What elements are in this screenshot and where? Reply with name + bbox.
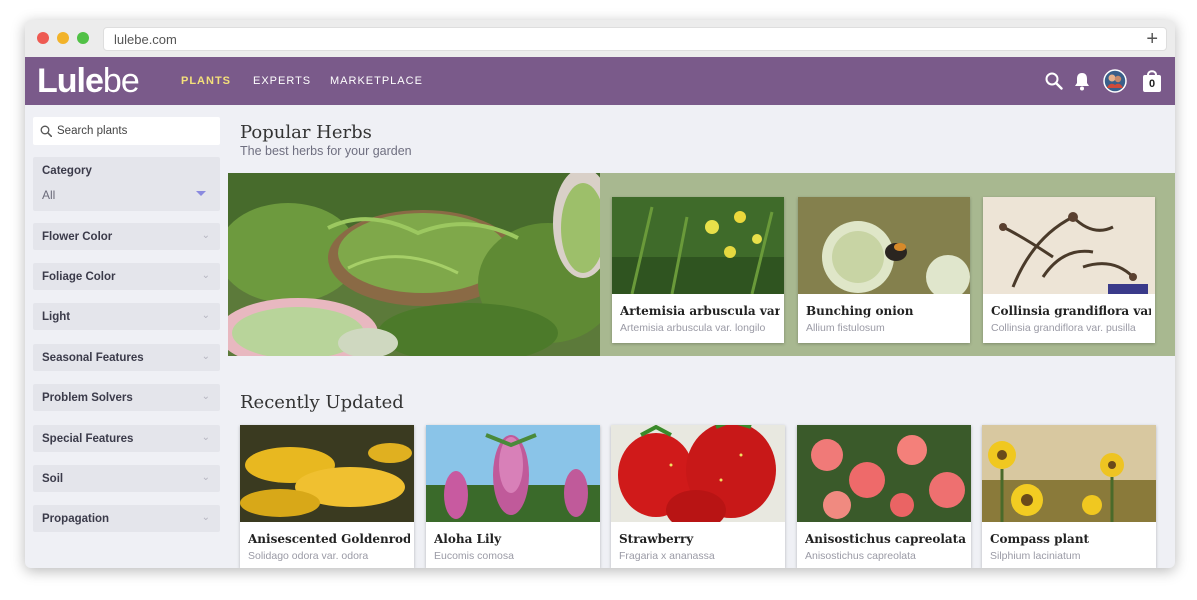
recently-updated-title: Recently Updated: [240, 392, 404, 413]
chevron-down-icon: ⌄: [201, 472, 210, 483]
category-select[interactable]: Category All: [33, 157, 220, 211]
herb-card[interactable]: Collinsia grandiflora var. Collinsia gra…: [983, 197, 1155, 343]
sidebar: Search plants Category All Flower Color ⌄…: [25, 105, 230, 568]
plant-card-title: Anisostichus capreolata: [805, 532, 966, 546]
herb-card-scientific-name: Artemisia arbuscula var. longilo: [620, 322, 766, 334]
nav-marketplace[interactable]: MARKETPLACE: [330, 75, 423, 87]
filter-seasonal-features[interactable]: Seasonal Features ⌄: [33, 344, 220, 371]
nav-experts[interactable]: EXPERTS: [253, 75, 311, 87]
herb-card-title: Collinsia grandiflora var.: [991, 304, 1151, 318]
filter-special-features[interactable]: Special Features ⌄: [33, 425, 220, 452]
chevron-down-icon: ⌄: [201, 310, 210, 321]
filter-light[interactable]: Light ⌄: [33, 303, 220, 330]
plant-card-scientific-name: Silphium laciniatum: [990, 550, 1081, 562]
herb-card-scientific-name: Allium fistulosum: [806, 322, 885, 334]
filter-label: Foliage Color: [42, 271, 116, 283]
plant-card[interactable]: Aloha Lily Eucomis comosa: [426, 425, 600, 568]
plant-card-scientific-name: Solidago odora var. odora: [248, 550, 369, 562]
plant-card-image: [982, 425, 1156, 522]
search-placeholder: Search plants: [57, 125, 128, 137]
filter-label: Soil: [42, 473, 64, 485]
plant-card-scientific-name: Fragaria x ananassa: [619, 550, 715, 562]
filter-soil[interactable]: Soil ⌄: [33, 465, 220, 492]
plant-card-image: [426, 425, 600, 522]
herb-card-title: Artemisia arbuscula var. l: [620, 304, 780, 318]
address-bar[interactable]: lulebe.com +: [103, 27, 1167, 51]
search-icon: [40, 125, 52, 137]
main-content: Popular Herbs The best herbs for your ga…: [228, 105, 1175, 568]
cart-count: 0: [1149, 78, 1156, 90]
popular-herbs-subtitle: The best herbs for your garden: [240, 144, 412, 158]
filter-problem-solvers[interactable]: Problem Solvers ⌄: [33, 384, 220, 411]
herb-card[interactable]: Artemisia arbuscula var. l Artemisia arb…: [612, 197, 784, 343]
maximize-window-button[interactable]: [77, 32, 89, 44]
filter-label: Seasonal Features: [42, 352, 144, 364]
herb-card-image: [983, 197, 1155, 294]
chevron-down-icon: ⌄: [201, 391, 210, 402]
plant-card-image: [611, 425, 785, 522]
chevron-down-icon: ⌄: [201, 351, 210, 362]
herb-card-scientific-name: Collinsia grandiflora var. pusilla: [991, 322, 1136, 334]
filter-label: Problem Solvers: [42, 392, 133, 404]
filter-label: Flower Color: [42, 231, 113, 243]
plant-card[interactable]: Strawberry Fragaria x ananassa: [611, 425, 785, 568]
plant-card-image: [240, 425, 414, 522]
user-avatar[interactable]: [1103, 69, 1127, 93]
filter-flower-color[interactable]: Flower Color ⌄: [33, 223, 220, 250]
plant-card-title: Anisescented Goldenrod: [248, 532, 410, 546]
chevron-down-icon: ⌄: [201, 270, 210, 281]
plant-card-scientific-name: Anisostichus capreolata: [805, 550, 916, 562]
browser-chrome: lulebe.com +: [25, 20, 1175, 57]
chevron-down-icon: ⌄: [201, 230, 210, 241]
plant-card[interactable]: Compass plant Silphium laciniatum: [982, 425, 1156, 568]
new-tab-button[interactable]: +: [1146, 28, 1158, 50]
herb-card-image: [612, 197, 784, 294]
logo-bold-text: Lule: [37, 62, 104, 100]
chevron-down-icon: ⌄: [201, 512, 210, 523]
herb-baskets-photo: [228, 173, 600, 356]
filter-label: Special Features: [42, 433, 134, 445]
plant-card-title: Compass plant: [990, 532, 1090, 546]
plant-card-scientific-name: Eucomis comosa: [434, 550, 514, 562]
herb-card-title: Bunching onion: [806, 304, 914, 318]
plant-card[interactable]: Anisescented Goldenrod Solidago odora va…: [240, 425, 414, 568]
logo-thin-text: be: [102, 62, 140, 100]
filter-label: Light: [42, 311, 71, 323]
filter-label: Propagation: [42, 513, 110, 525]
plant-card-title: Strawberry: [619, 532, 694, 546]
filter-foliage-color[interactable]: Foliage Color ⌄: [33, 263, 220, 290]
herb-card[interactable]: Bunching onion Allium fistulosum: [798, 197, 970, 343]
plant-card-title: Aloha Lily: [434, 532, 502, 546]
herb-card-image: [798, 197, 970, 294]
chevron-down-icon: ⌄: [201, 432, 210, 443]
search-icon[interactable]: [1045, 72, 1063, 90]
lulebe-logo[interactable]: Lulebe: [37, 62, 140, 100]
search-input[interactable]: Search plants: [33, 117, 220, 145]
category-value: All: [42, 188, 56, 202]
close-window-button[interactable]: [37, 32, 49, 44]
popular-herbs-banner: Artemisia arbuscula var. l Artemisia arb…: [228, 173, 1175, 356]
notification-bell-icon[interactable]: [1073, 71, 1091, 91]
category-label: Category: [42, 165, 92, 177]
dropdown-arrow-icon: [196, 191, 206, 196]
filter-propagation[interactable]: Propagation ⌄: [33, 505, 220, 532]
popular-herbs-title: Popular Herbs: [240, 122, 372, 143]
plant-card[interactable]: Anisostichus capreolata Anisostichus cap…: [797, 425, 971, 568]
top-navbar: Lulebe PLANTS EXPERTS MARKETPLACE 0: [25, 57, 1175, 105]
minimize-window-button[interactable]: [57, 32, 69, 44]
browser-window: lulebe.com + Lulebe PLANTS EXPERTS MARKE…: [25, 20, 1175, 568]
url-text: lulebe.com: [114, 32, 177, 47]
plant-card-image: [797, 425, 971, 522]
nav-plants[interactable]: PLANTS: [181, 75, 231, 87]
